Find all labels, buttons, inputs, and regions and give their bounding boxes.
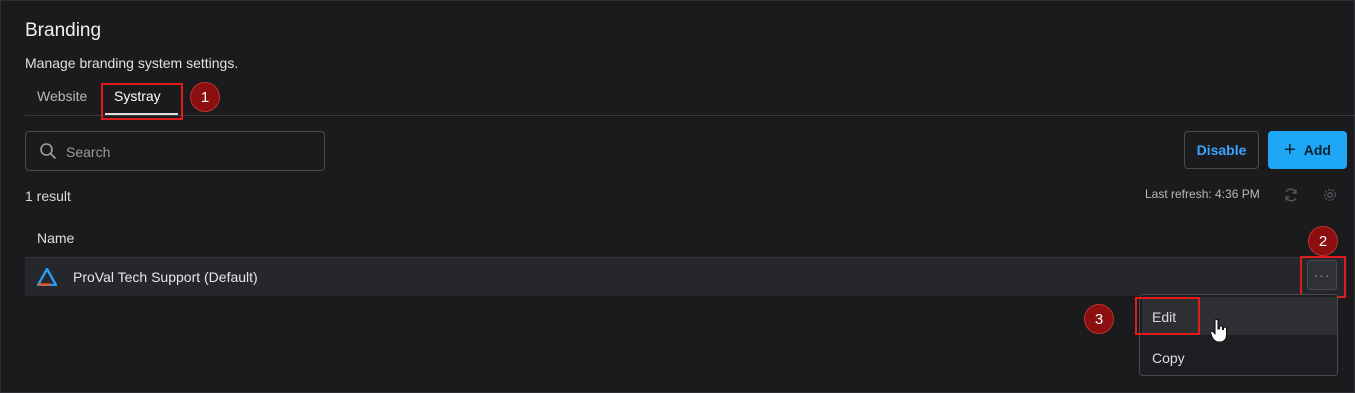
- result-count: 1 result: [25, 188, 71, 204]
- menu-item-copy[interactable]: Copy: [1140, 337, 1335, 375]
- disable-button[interactable]: Disable: [1184, 131, 1259, 169]
- proval-logo-icon: [37, 268, 57, 286]
- refresh-icon[interactable]: [1283, 187, 1299, 203]
- settings-icon[interactable]: [1322, 187, 1338, 203]
- column-header-name[interactable]: Name: [37, 230, 74, 246]
- plus-icon: +: [1284, 139, 1296, 161]
- annotation-highlight-more-options: [1300, 256, 1346, 298]
- page-title: Branding: [25, 20, 102, 41]
- last-refresh-text: Last refresh: 4:36 PM: [1145, 187, 1260, 201]
- add-button[interactable]: + Add: [1268, 131, 1347, 169]
- annotation-badge-1: 1: [190, 82, 220, 112]
- annotation-badge-3: 3: [1084, 304, 1114, 334]
- add-button-label: Add: [1303, 142, 1331, 158]
- hand-cursor-icon: [1209, 318, 1228, 343]
- row-name-cell: ProVal Tech Support (Default): [73, 269, 258, 285]
- menu-item-copy-label: Copy: [1152, 350, 1185, 366]
- annotation-badge-2: 2: [1308, 226, 1338, 256]
- tab-bar: Website Systray: [25, 84, 1355, 116]
- search-icon: [40, 143, 56, 159]
- tab-website[interactable]: Website: [37, 88, 87, 104]
- page-subtitle: Manage branding system settings.: [25, 55, 239, 71]
- annotation-highlight-systray: [101, 83, 183, 120]
- search-placeholder: Search: [66, 144, 111, 160]
- search-input[interactable]: Search: [25, 131, 325, 171]
- annotation-highlight-edit: [1135, 297, 1200, 335]
- table-row[interactable]: ProVal Tech Support (Default): [25, 257, 1347, 296]
